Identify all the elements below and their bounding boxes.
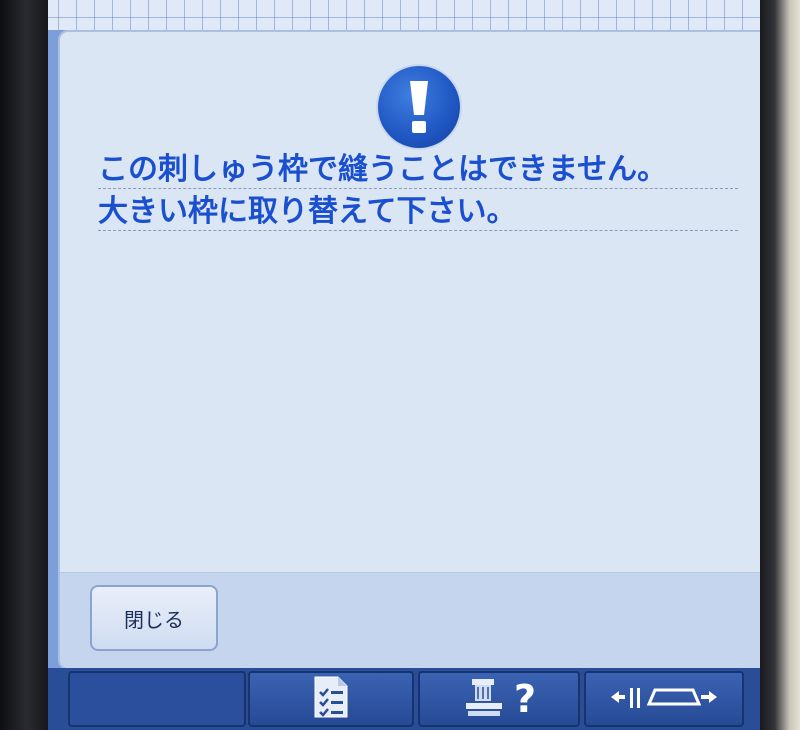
exclamation-icon [378, 66, 460, 148]
close-button[interactable]: 閉じる [90, 585, 218, 651]
help-button[interactable]: ? [418, 671, 580, 727]
checklist-button[interactable] [248, 671, 414, 727]
device-bezel-right [758, 0, 800, 730]
help-icon: ? [513, 677, 537, 721]
toolbar-blank-slot [68, 671, 246, 727]
checklist-icon [312, 675, 350, 723]
error-dialog: この刺しゅう枠で縫うことはできません。 大きい枠に取り替えて下さい。 閉じる [58, 30, 760, 670]
dialog-footer: 閉じる [60, 572, 760, 668]
lcd-screen: この刺しゅう枠で縫うことはできません。 大きい枠に取り替えて下さい。 閉じる ? [48, 0, 760, 730]
message-line-1: この刺しゅう枠で縫うことはできません。 [98, 152, 738, 189]
device-bezel-left [0, 0, 48, 730]
frame-move-button[interactable] [584, 671, 744, 727]
embroidery-grid-strip [48, 0, 760, 30]
bottom-toolbar: ? [48, 668, 760, 730]
message-line-2: 大きい枠に取り替えて下さい。 [98, 194, 738, 231]
sewing-machine-icon [462, 675, 506, 723]
frame-move-icon [609, 682, 719, 716]
